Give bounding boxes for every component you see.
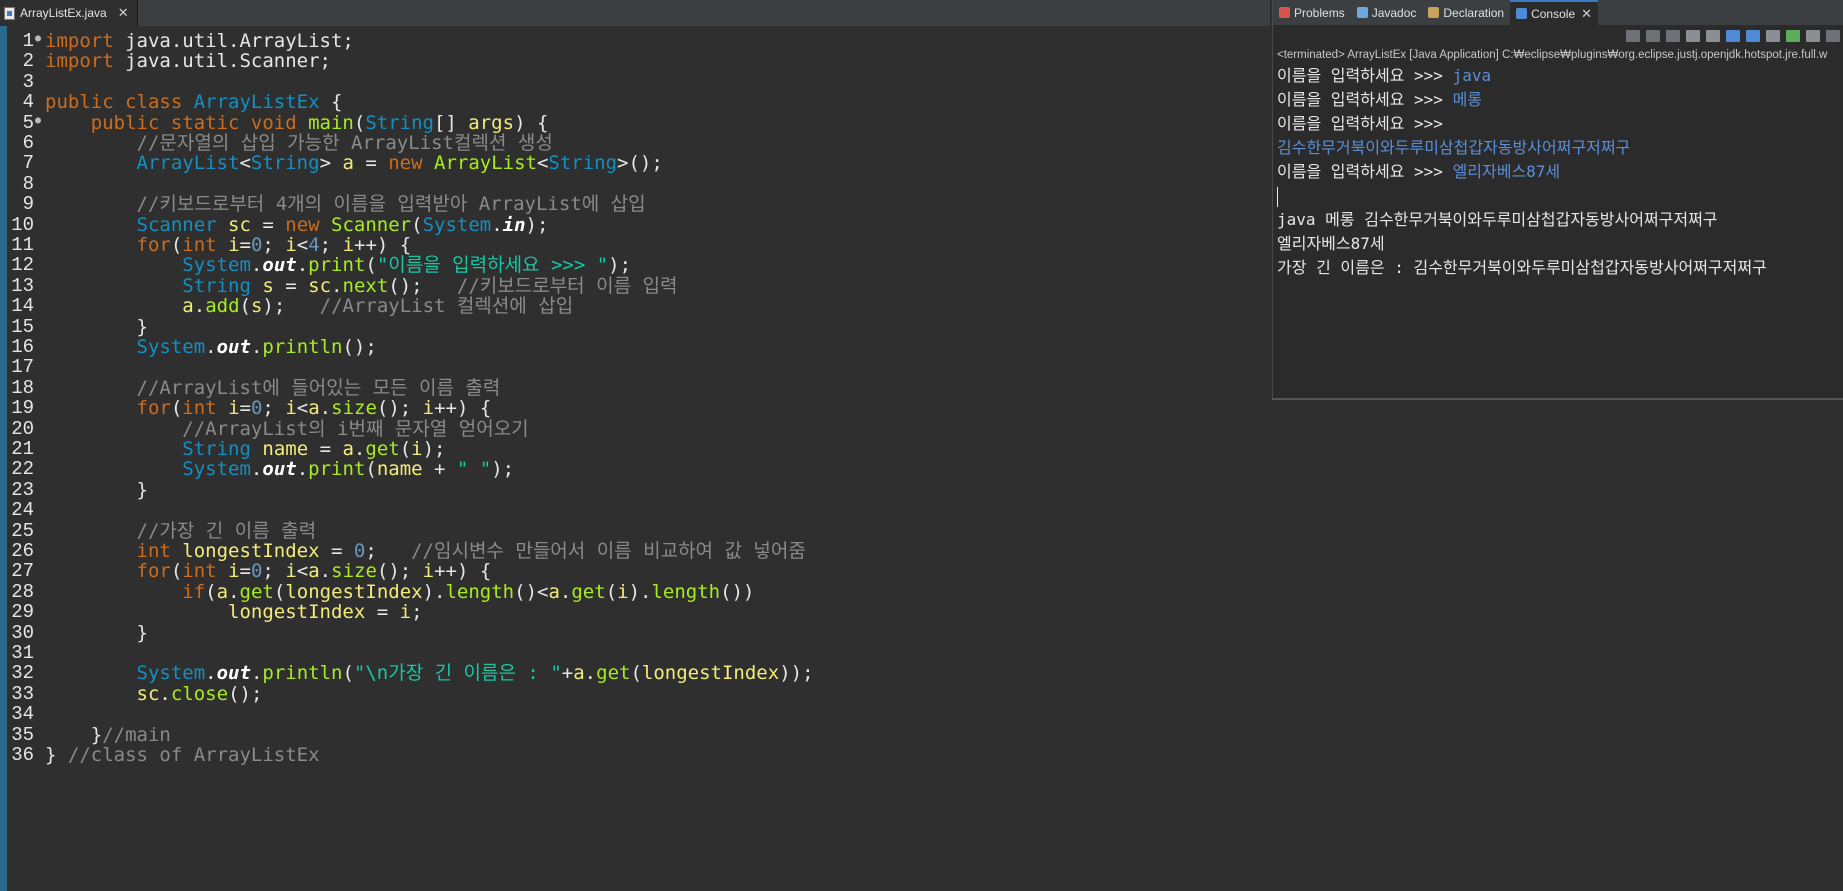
clear-console-icon[interactable]	[1686, 30, 1700, 42]
editor-tab-arraylistex[interactable]: ArrayListEx.java ✕	[0, 0, 138, 26]
console-line: 이름을 입력하세요 >>> 엘리자베스87세	[1277, 162, 1561, 181]
console-panel: Problems Javadoc Declaration Console ✕ <term…	[1272, 0, 1843, 398]
editor-tab-label: ArrayListEx.java	[20, 6, 107, 20]
show-on-output-icon[interactable]	[1746, 30, 1760, 42]
pin-console-icon[interactable]	[1786, 30, 1800, 42]
console-line: 이름을 입력하세요 >>> 메롱	[1277, 90, 1483, 109]
console-line: 이름을 입력하세요 >>>	[1277, 114, 1453, 133]
close-icon[interactable]: ✕	[118, 5, 129, 21]
tab-label: Declaration	[1443, 5, 1505, 20]
console-line: 가장 긴 이름은 : 김수한무거북이와두루미삼첩갑자동방사어쩌구저쩌구	[1277, 258, 1767, 277]
console-line: 엘리자베스87세	[1277, 234, 1385, 253]
text-caret	[1277, 186, 1278, 207]
console-status: <terminated> ArrayListEx [Java Applicati…	[1277, 49, 1828, 61]
tab-declaration[interactable]: Declaration	[1422, 0, 1510, 25]
word-wrap-icon[interactable]	[1726, 30, 1740, 42]
display-console-icon[interactable]	[1806, 30, 1820, 42]
close-icon[interactable]: ✕	[1581, 6, 1592, 22]
problems-icon	[1279, 7, 1290, 18]
tab-console[interactable]: Console ✕	[1510, 0, 1599, 25]
console-line	[1277, 184, 1842, 208]
terminate-icon[interactable]	[1626, 30, 1640, 42]
show-on-error-icon[interactable]	[1766, 30, 1780, 42]
tab-label: Javadoc	[1371, 5, 1417, 20]
console-line: 이름을 입력하세요 >>> java	[1277, 66, 1492, 85]
console-line: 김수한무거북이와두루미삼첩갑자동방사어쩌구저쩌구	[1277, 138, 1631, 157]
javadoc-icon	[1356, 7, 1368, 18]
panel-tabs: Problems Javadoc Declaration Console ✕	[1273, 0, 1843, 25]
console-line: java 메롱 김수한무거북이와두루미삼첩갑자동방사어쩌구저쩌구	[1277, 210, 1718, 229]
fold-marker-icon[interactable]: ●	[35, 34, 41, 44]
tab-problems[interactable]: Problems	[1273, 0, 1351, 25]
java-file-icon	[4, 6, 15, 20]
declaration-icon	[1428, 7, 1440, 18]
tab-label: Problems	[1294, 5, 1345, 20]
code-text: } //class of ArrayListEx	[45, 744, 320, 766]
console-output[interactable]: 이름을 입력하세요 >>> java 이름을 입력하세요 >>> 메롱이름을 입력…	[1277, 64, 1842, 280]
fold-marker-icon[interactable]: ●	[35, 115, 41, 126]
remove-launch-icon[interactable]	[1646, 30, 1660, 42]
console-toolbar	[1273, 25, 1843, 47]
panel-divider[interactable]	[1272, 398, 1843, 400]
console-icon	[1516, 8, 1528, 19]
scroll-lock-icon[interactable]	[1706, 30, 1720, 42]
line-number: 36	[11, 744, 34, 766]
tab-javadoc[interactable]: Javadoc	[1351, 0, 1423, 25]
open-console-icon[interactable]	[1826, 30, 1840, 42]
remove-all-icon[interactable]	[1666, 30, 1680, 42]
editor-tabbar: ArrayListEx.java ✕	[0, 0, 1270, 27]
code-editor[interactable]: 1 ● import java.util.ArrayList; 2 import jav…	[0, 26, 1270, 891]
tab-label: Console	[1531, 6, 1576, 21]
code-line[interactable]: 36 } //class of ArrayListEx	[0, 743, 1270, 767]
